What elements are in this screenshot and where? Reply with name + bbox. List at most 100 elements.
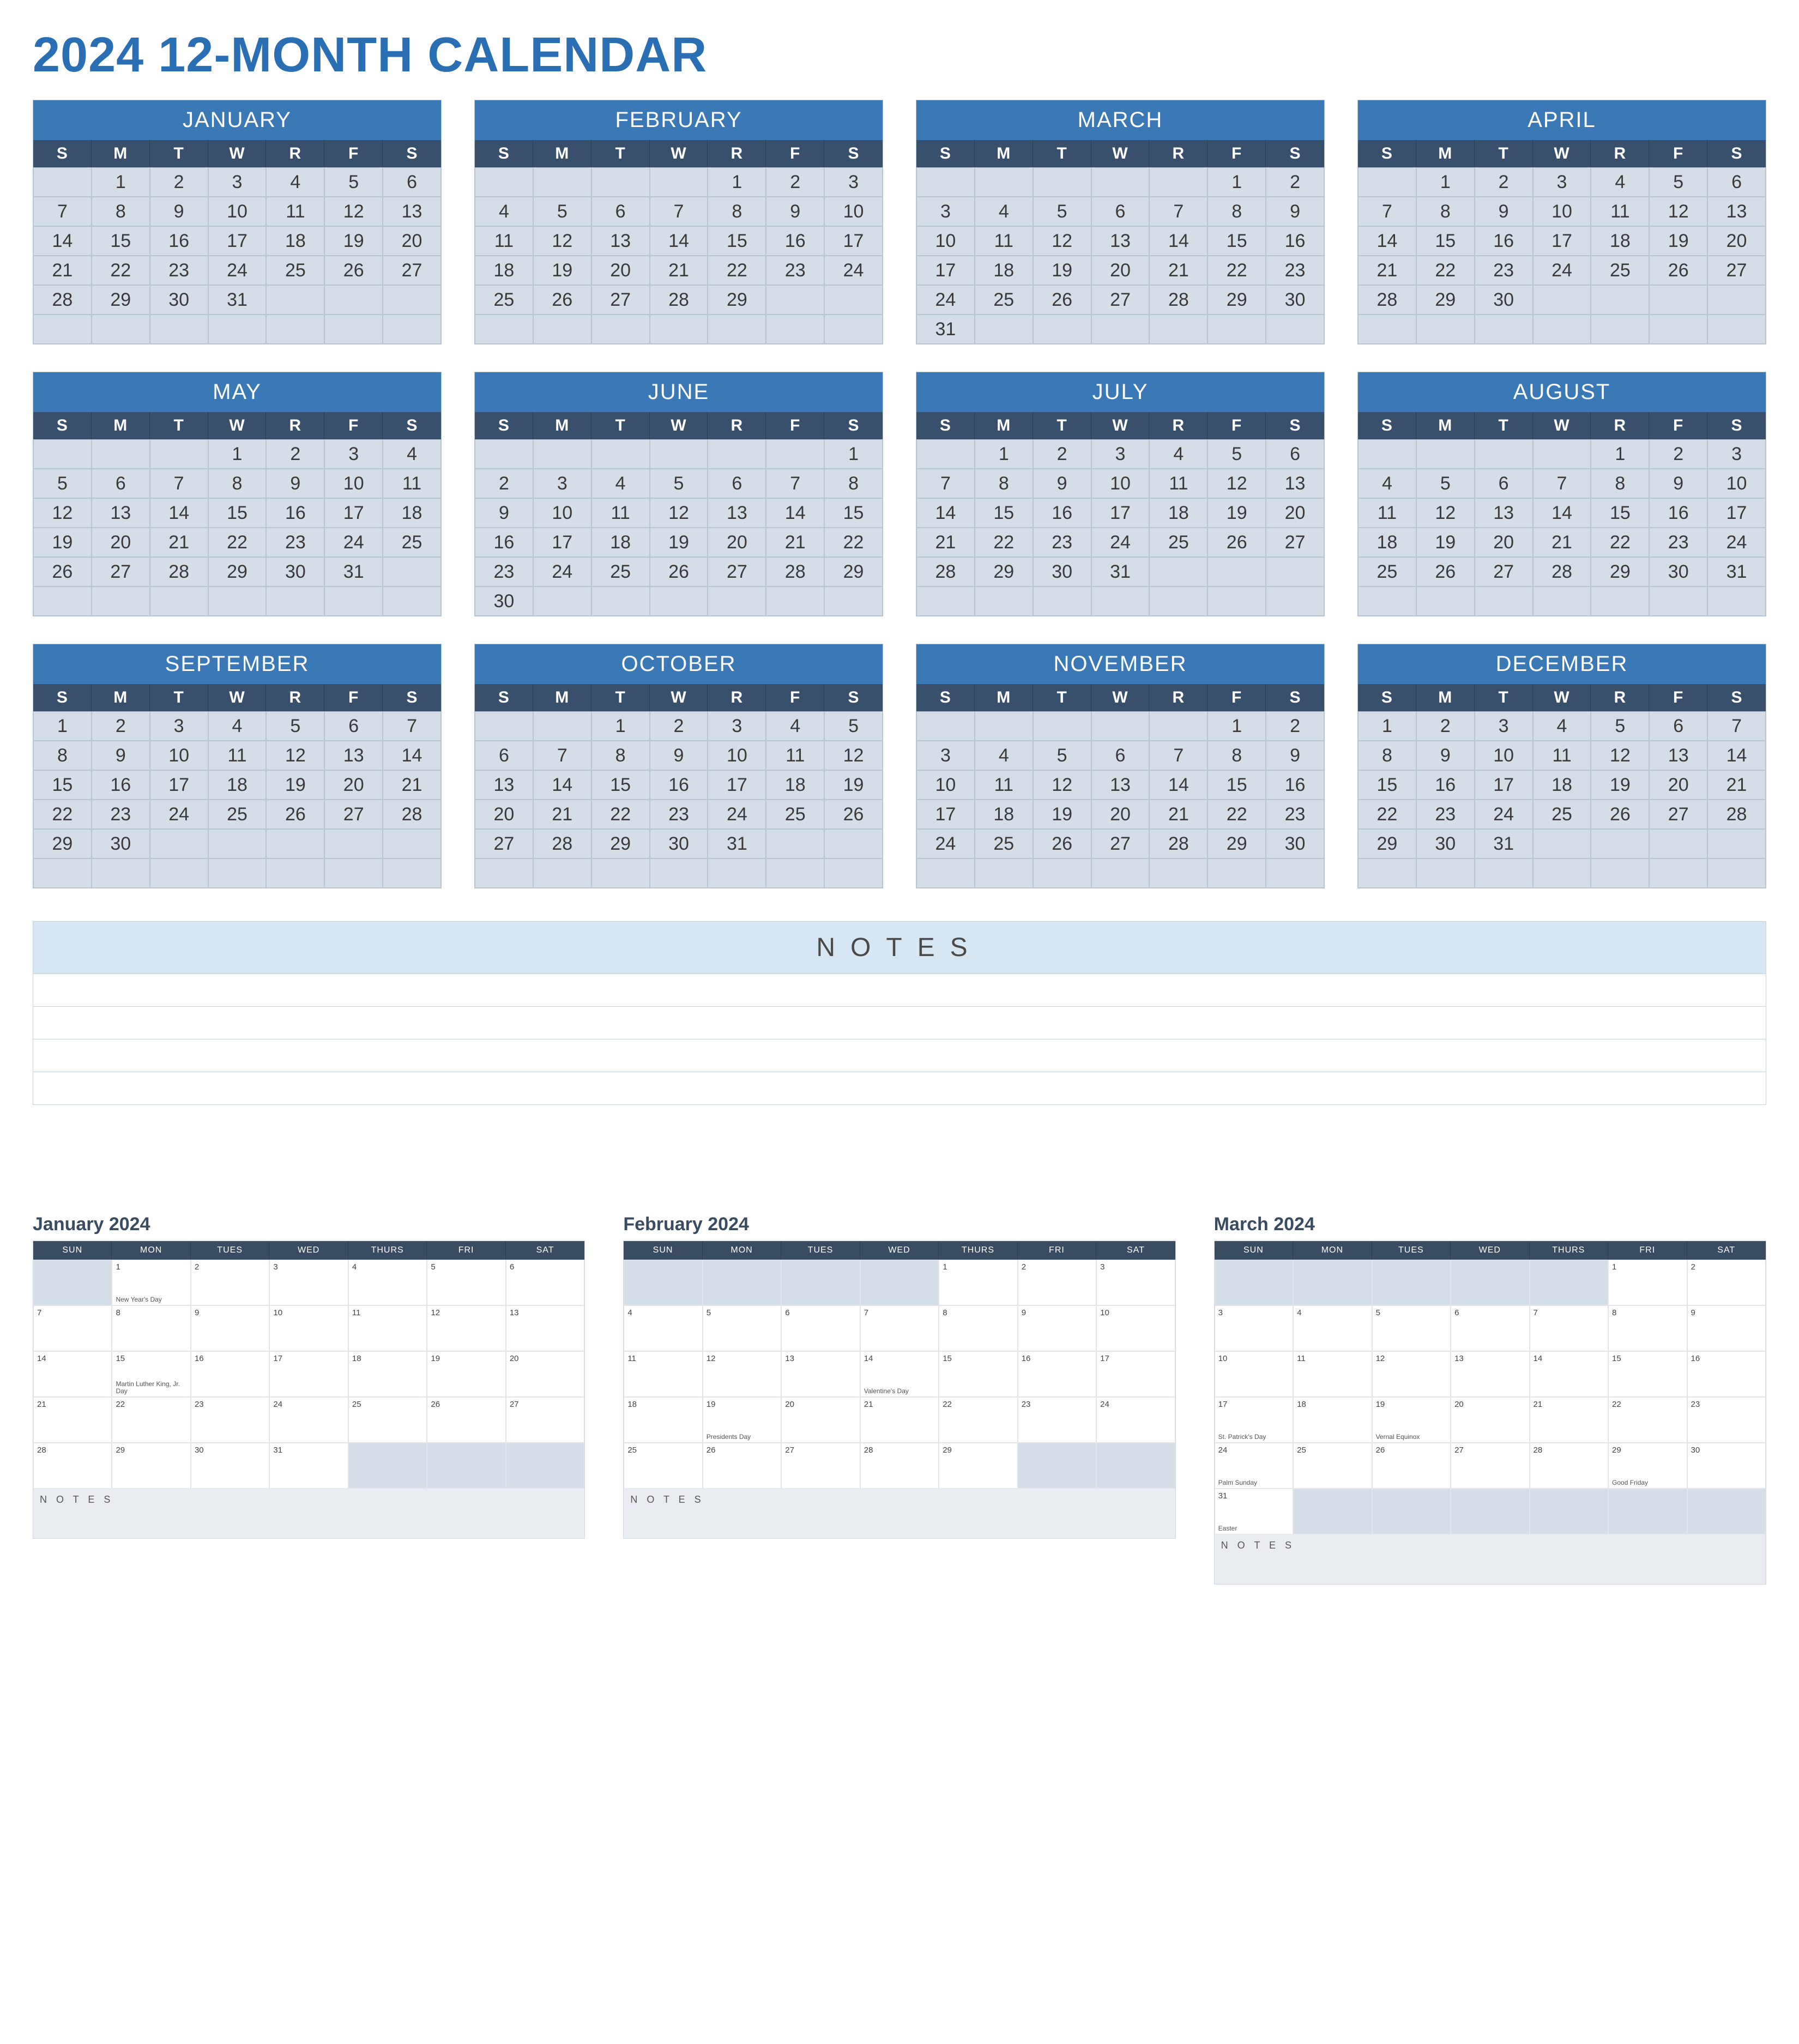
monthly-day-cell[interactable]: 26 bbox=[1372, 1443, 1451, 1489]
monthly-day-cell[interactable] bbox=[1215, 1260, 1293, 1305]
monthly-day-cell[interactable]: 19Presidents Day bbox=[703, 1397, 781, 1443]
monthly-day-cell[interactable] bbox=[703, 1260, 781, 1305]
monthly-day-cell[interactable]: 10 bbox=[269, 1305, 348, 1351]
monthly-day-cell[interactable]: 16 bbox=[191, 1351, 269, 1397]
monthly-day-cell[interactable]: 26 bbox=[703, 1443, 781, 1489]
monthly-day-cell[interactable]: 1New Year's Day bbox=[112, 1260, 190, 1305]
monthly-day-cell[interactable]: 24 bbox=[269, 1397, 348, 1443]
monthly-day-cell[interactable] bbox=[33, 1260, 112, 1305]
monthly-day-cell[interactable] bbox=[1018, 1443, 1096, 1489]
monthly-day-cell[interactable]: 28 bbox=[1530, 1443, 1608, 1489]
monthly-day-cell[interactable]: 5 bbox=[1372, 1305, 1451, 1351]
monthly-day-cell[interactable]: 11 bbox=[624, 1351, 702, 1397]
monthly-day-cell[interactable] bbox=[781, 1260, 860, 1305]
monthly-notes[interactable]: N O T E S bbox=[624, 1489, 1175, 1538]
monthly-day-cell[interactable]: 8 bbox=[939, 1305, 1017, 1351]
monthly-day-cell[interactable]: 15 bbox=[1608, 1351, 1687, 1397]
monthly-day-cell[interactable]: 5 bbox=[427, 1260, 505, 1305]
monthly-day-cell[interactable]: 26 bbox=[427, 1397, 505, 1443]
monthly-day-cell[interactable]: 7 bbox=[33, 1305, 112, 1351]
monthly-day-cell[interactable] bbox=[427, 1443, 505, 1489]
monthly-day-cell[interactable]: 23 bbox=[1018, 1397, 1096, 1443]
monthly-day-cell[interactable]: 11 bbox=[1293, 1351, 1372, 1397]
monthly-day-cell[interactable]: 25 bbox=[624, 1443, 702, 1489]
monthly-day-cell[interactable]: 12 bbox=[703, 1351, 781, 1397]
monthly-day-cell[interactable] bbox=[1293, 1489, 1372, 1534]
monthly-day-cell[interactable]: 29 bbox=[939, 1443, 1017, 1489]
monthly-day-cell[interactable]: 29 bbox=[112, 1443, 190, 1489]
monthly-day-cell[interactable]: 25 bbox=[348, 1397, 427, 1443]
monthly-day-cell[interactable]: 4 bbox=[624, 1305, 702, 1351]
note-line[interactable] bbox=[33, 1039, 1766, 1072]
monthly-day-cell[interactable]: 4 bbox=[1293, 1305, 1372, 1351]
monthly-day-cell[interactable] bbox=[1372, 1260, 1451, 1305]
monthly-day-cell[interactable]: 9 bbox=[1018, 1305, 1096, 1351]
monthly-day-cell[interactable]: 18 bbox=[348, 1351, 427, 1397]
monthly-day-cell[interactable] bbox=[348, 1443, 427, 1489]
monthly-day-cell[interactable]: 29Good Friday bbox=[1608, 1443, 1687, 1489]
monthly-day-cell[interactable]: 9 bbox=[191, 1305, 269, 1351]
monthly-day-cell[interactable] bbox=[1687, 1489, 1766, 1534]
monthly-day-cell[interactable] bbox=[1530, 1260, 1608, 1305]
monthly-day-cell[interactable]: 2 bbox=[191, 1260, 269, 1305]
monthly-day-cell[interactable]: 8 bbox=[112, 1305, 190, 1351]
monthly-day-cell[interactable]: 24Palm Sunday bbox=[1215, 1443, 1293, 1489]
monthly-day-cell[interactable] bbox=[506, 1443, 584, 1489]
monthly-day-cell[interactable]: 6 bbox=[506, 1260, 584, 1305]
monthly-day-cell[interactable]: 13 bbox=[506, 1305, 584, 1351]
monthly-day-cell[interactable]: 28 bbox=[33, 1443, 112, 1489]
monthly-day-cell[interactable]: 3 bbox=[269, 1260, 348, 1305]
monthly-day-cell[interactable]: 21 bbox=[33, 1397, 112, 1443]
monthly-day-cell[interactable]: 13 bbox=[781, 1351, 860, 1397]
monthly-day-cell[interactable] bbox=[624, 1260, 702, 1305]
monthly-day-cell[interactable]: 22 bbox=[939, 1397, 1017, 1443]
monthly-day-cell[interactable]: 31Easter bbox=[1215, 1489, 1293, 1534]
monthly-day-cell[interactable]: 1 bbox=[1608, 1260, 1687, 1305]
monthly-day-cell[interactable]: 3 bbox=[1096, 1260, 1175, 1305]
monthly-day-cell[interactable] bbox=[1451, 1489, 1529, 1534]
monthly-day-cell[interactable]: 20 bbox=[781, 1397, 860, 1443]
monthly-day-cell[interactable]: 5 bbox=[703, 1305, 781, 1351]
monthly-day-cell[interactable] bbox=[1530, 1489, 1608, 1534]
monthly-day-cell[interactable]: 3 bbox=[1215, 1305, 1293, 1351]
monthly-day-cell[interactable]: 12 bbox=[1372, 1351, 1451, 1397]
monthly-day-cell[interactable]: 25 bbox=[1293, 1443, 1372, 1489]
monthly-day-cell[interactable]: 21 bbox=[1530, 1397, 1608, 1443]
monthly-day-cell[interactable]: 10 bbox=[1096, 1305, 1175, 1351]
monthly-day-cell[interactable] bbox=[1096, 1443, 1175, 1489]
monthly-day-cell[interactable]: 15Martin Luther King, Jr. Day bbox=[112, 1351, 190, 1397]
monthly-day-cell[interactable]: 23 bbox=[1687, 1397, 1766, 1443]
monthly-notes[interactable]: N O T E S bbox=[33, 1489, 584, 1538]
monthly-day-cell[interactable]: 16 bbox=[1687, 1351, 1766, 1397]
monthly-day-cell[interactable]: 20 bbox=[506, 1351, 584, 1397]
monthly-day-cell[interactable]: 14Valentine's Day bbox=[860, 1351, 939, 1397]
monthly-day-cell[interactable]: 30 bbox=[191, 1443, 269, 1489]
monthly-day-cell[interactable]: 19Vernal Equinox bbox=[1372, 1397, 1451, 1443]
monthly-day-cell[interactable]: 27 bbox=[781, 1443, 860, 1489]
monthly-day-cell[interactable]: 30 bbox=[1687, 1443, 1766, 1489]
monthly-day-cell[interactable]: 13 bbox=[1451, 1351, 1529, 1397]
monthly-day-cell[interactable]: 11 bbox=[348, 1305, 427, 1351]
monthly-day-cell[interactable]: 9 bbox=[1687, 1305, 1766, 1351]
monthly-notes[interactable]: N O T E S bbox=[1215, 1534, 1766, 1584]
monthly-day-cell[interactable]: 27 bbox=[506, 1397, 584, 1443]
monthly-day-cell[interactable]: 23 bbox=[191, 1397, 269, 1443]
monthly-day-cell[interactable]: 22 bbox=[112, 1397, 190, 1443]
note-line[interactable] bbox=[33, 1006, 1766, 1039]
monthly-day-cell[interactable]: 7 bbox=[1530, 1305, 1608, 1351]
monthly-day-cell[interactable] bbox=[1451, 1260, 1529, 1305]
monthly-day-cell[interactable]: 2 bbox=[1018, 1260, 1096, 1305]
monthly-day-cell[interactable]: 15 bbox=[939, 1351, 1017, 1397]
monthly-day-cell[interactable]: 10 bbox=[1215, 1351, 1293, 1397]
monthly-day-cell[interactable]: 19 bbox=[427, 1351, 505, 1397]
monthly-day-cell[interactable]: 28 bbox=[860, 1443, 939, 1489]
monthly-day-cell[interactable]: 17 bbox=[1096, 1351, 1175, 1397]
monthly-day-cell[interactable]: 14 bbox=[1530, 1351, 1608, 1397]
monthly-day-cell[interactable]: 7 bbox=[860, 1305, 939, 1351]
monthly-day-cell[interactable] bbox=[1608, 1489, 1687, 1534]
monthly-day-cell[interactable]: 14 bbox=[33, 1351, 112, 1397]
monthly-day-cell[interactable] bbox=[1372, 1489, 1451, 1534]
monthly-day-cell[interactable]: 31 bbox=[269, 1443, 348, 1489]
monthly-day-cell[interactable]: 6 bbox=[781, 1305, 860, 1351]
monthly-day-cell[interactable]: 8 bbox=[1608, 1305, 1687, 1351]
